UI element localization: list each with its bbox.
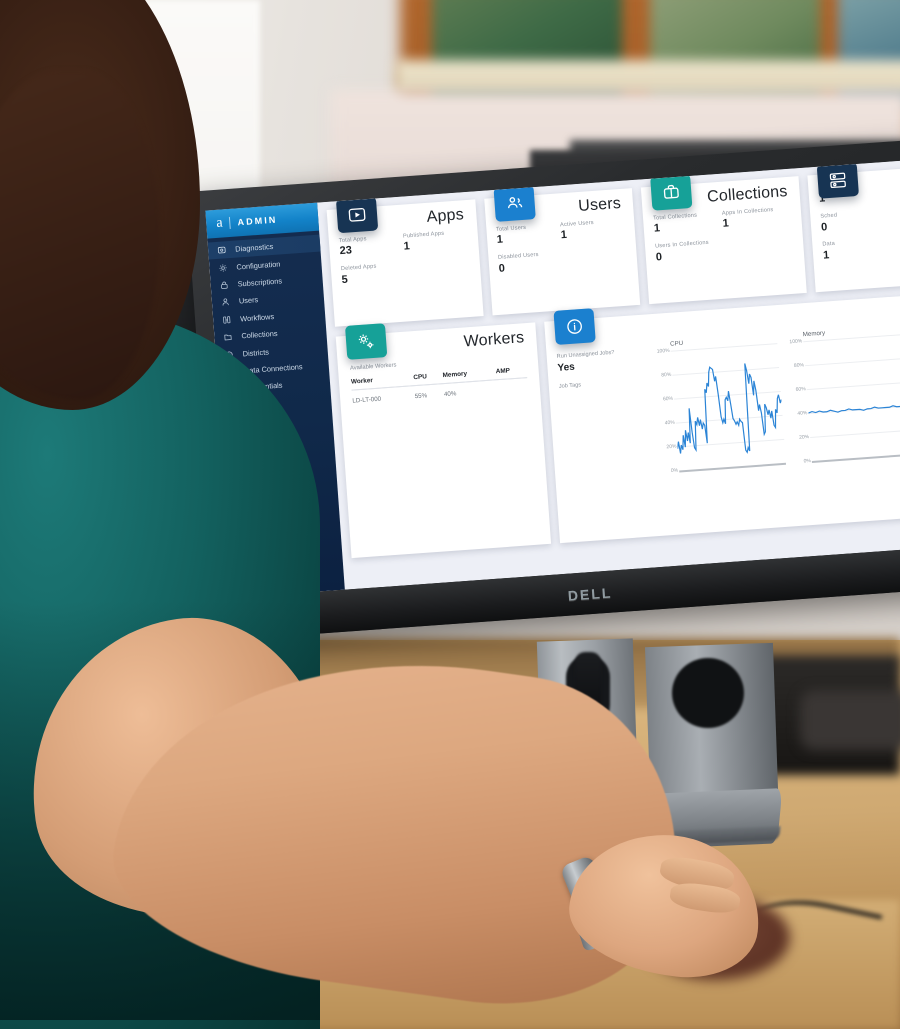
- stat-disabled-users: Disabled Users 0: [498, 249, 564, 276]
- play-icon: [335, 196, 379, 234]
- jobs-fields: Run Unassigned Jobs? Yes Job Tags: [546, 342, 668, 543]
- cell-worker: LD-LT-000: [352, 395, 382, 405]
- info-icon: [553, 308, 596, 345]
- card-server[interactable]: Studio 1 Sched 0 Data 1: [807, 161, 900, 293]
- chart-plot: 0% 20% 40% 60% 80% 100%: [787, 333, 900, 465]
- card-workers[interactable]: Workers Available Workers Worker CPU Mem…: [335, 322, 552, 559]
- chart-line: [803, 334, 900, 461]
- card-stats: Total Users 1 Active Users 1 Disabled Us…: [485, 212, 638, 295]
- stat-apps-in-collections: Apps In Collections 1: [722, 205, 792, 232]
- cell-amp: [496, 378, 528, 395]
- y-tick-label: 60%: [662, 395, 674, 403]
- briefcase-icon: [650, 173, 693, 211]
- dell-logo: DELL: [567, 584, 613, 604]
- card-stats: Total Collections 1 Apps In Collections …: [643, 200, 806, 283]
- field-label: Job Tags: [558, 382, 582, 390]
- y-tick-label: 80%: [793, 362, 805, 369]
- y-tick-label: 100%: [789, 338, 803, 346]
- stat-active-users: Active Users 1: [560, 217, 626, 244]
- window-sill: [395, 60, 900, 94]
- desk-right-object: [800, 690, 900, 750]
- dashboard-content: Apps Total Apps 23 Published Apps 1 Dele…: [317, 160, 900, 589]
- charts-area: CPU 0% 20% 40% 60% 80% 100% Memory 0% 20…: [654, 321, 900, 535]
- server-icon: [816, 161, 859, 199]
- chart-memory: Memory 0% 20% 40% 60% 80% 100%: [787, 324, 900, 526]
- stat-total-collections: Total Collections 1: [653, 210, 723, 237]
- gears-icon: [344, 323, 388, 360]
- chart-plot: 0% 20% 40% 60% 80% 100%: [655, 343, 787, 474]
- y-tick-label: 20%: [666, 443, 677, 451]
- card-users[interactable]: Users Total Users 1 Active Users 1 Disab…: [483, 185, 641, 316]
- stat-total-apps: Total Apps 23: [339, 233, 405, 260]
- y-tick-label: 60%: [795, 386, 806, 393]
- chart-cpu: CPU 0% 20% 40% 60% 80% 100%: [654, 333, 791, 535]
- card-apps[interactable]: Apps Total Apps 23 Published Apps 1 Dele…: [326, 196, 484, 327]
- stat-deleted-apps: Deleted Apps 5: [341, 261, 407, 288]
- cell-memory: 40%: [443, 390, 457, 399]
- cards-row-bottom: Workers Available Workers Worker CPU Mem…: [335, 295, 900, 559]
- card-collections[interactable]: Collections Total Collections 1 Apps In …: [640, 173, 807, 305]
- stat-users-in-collections: Users In Collections 0: [655, 238, 725, 265]
- y-tick-label: 0%: [803, 458, 812, 465]
- y-tick-label: 40%: [797, 410, 808, 417]
- y-tick-label: 100%: [656, 347, 670, 355]
- stat-published-apps: Published Apps 1: [403, 228, 469, 255]
- y-tick-label: 0%: [670, 467, 679, 475]
- cell-cpu: 55%: [414, 392, 428, 401]
- photo-scene: a ADMIN Diagnostics Configuration Subscr…: [0, 0, 900, 1029]
- hair-strands: [0, 70, 160, 400]
- monitor-stand-rear-hole: [672, 658, 744, 728]
- users-icon: [493, 185, 536, 222]
- y-tick-label: 20%: [798, 434, 810, 441]
- stat-data: Data 1: [822, 235, 900, 263]
- person: [0, 0, 767, 1029]
- stat-total-users: Total Users 1: [496, 221, 562, 248]
- stat-scheduler: Sched 0: [820, 207, 900, 235]
- card-stats: Total Apps 23 Published Apps 1 Deleted A…: [328, 223, 481, 306]
- y-tick-label: 40%: [664, 419, 675, 427]
- y-tick-label: 80%: [661, 371, 672, 379]
- chart-line: [671, 343, 786, 470]
- card-jobs[interactable]: Run Unassigned Jobs? Yes Job Tags CPU 0%…: [544, 295, 900, 544]
